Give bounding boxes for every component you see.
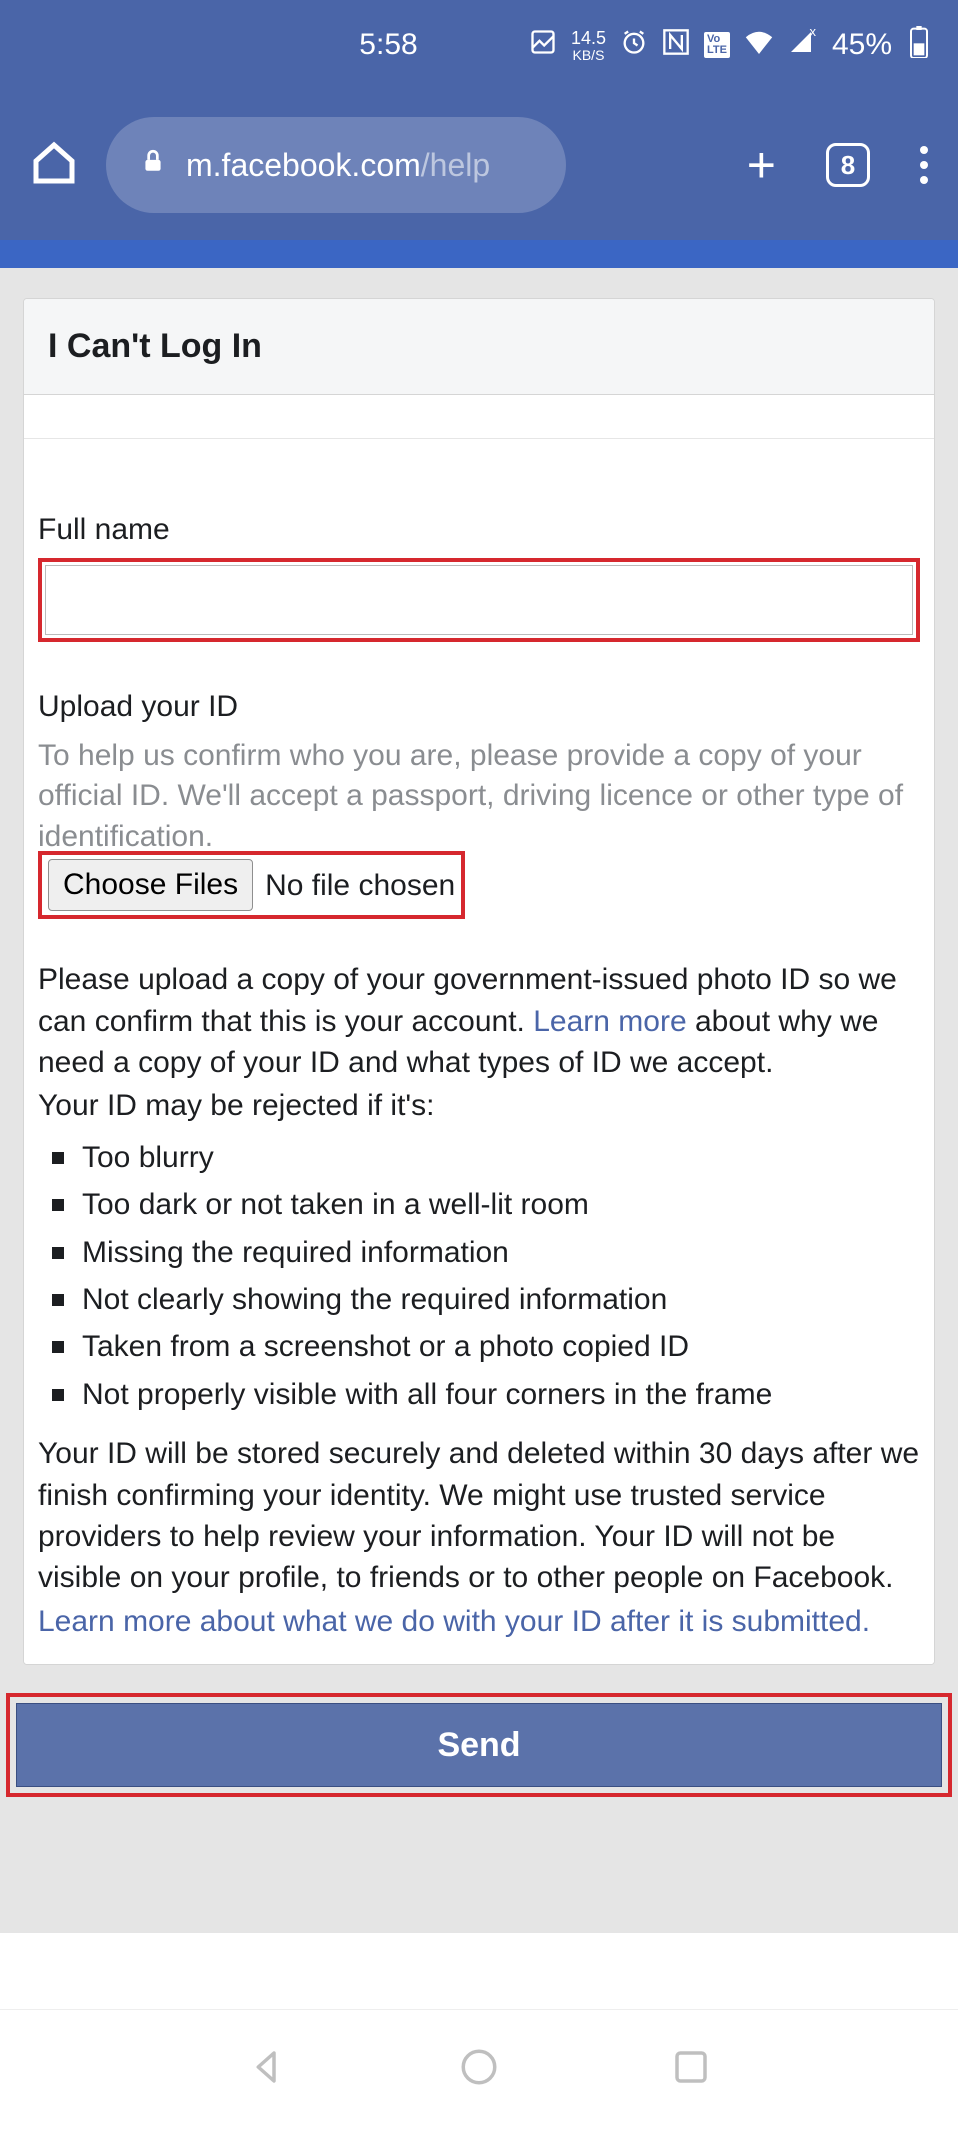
highlight-file-chooser: Choose Files No file chosen xyxy=(38,851,465,919)
volte-icon: VoLTE xyxy=(704,32,730,58)
nav-home-icon[interactable] xyxy=(458,2046,500,2093)
choose-files-button[interactable]: Choose Files xyxy=(48,859,253,911)
status-icons: 14.5 KB/S VoLTE x 45% xyxy=(529,26,928,65)
lock-icon xyxy=(140,146,166,184)
reject-intro: Your ID may be rejected if it's: xyxy=(38,1085,920,1126)
list-item: Not clearly showing the required informa… xyxy=(52,1279,920,1320)
nav-recent-icon[interactable] xyxy=(670,2046,712,2093)
home-icon[interactable] xyxy=(30,139,78,192)
url-bar[interactable]: m.facebook.com/help xyxy=(106,117,566,213)
status-time: 5:58 xyxy=(359,28,417,62)
file-status-text: No file chosen xyxy=(265,865,455,906)
storage-info: Your ID will be stored securely and dele… xyxy=(38,1433,920,1599)
page-title: I Can't Log In xyxy=(48,327,910,366)
full-name-input[interactable] xyxy=(45,565,913,635)
page-content: I Can't Log In Full name Upload your ID … xyxy=(0,268,958,1665)
upload-label: Upload your ID xyxy=(38,686,920,727)
upload-description: To help us confirm who you are, please p… xyxy=(38,736,920,858)
new-tab-icon[interactable]: + xyxy=(747,136,776,194)
browser-bar: m.facebook.com/help + 8 xyxy=(0,90,958,240)
list-item: Missing the required information xyxy=(52,1232,920,1273)
send-section: Send xyxy=(0,1665,958,1837)
full-name-label: Full name xyxy=(38,509,920,550)
extra-space xyxy=(0,1837,958,1933)
wifi-icon xyxy=(744,30,774,61)
list-item: Not properly visible with all four corne… xyxy=(52,1374,920,1415)
tabs-button[interactable]: 8 xyxy=(826,143,870,187)
list-item: Too dark or not taken in a well-lit room xyxy=(52,1184,920,1225)
reject-reasons-list: Too blurry Too dark or not taken in a we… xyxy=(38,1137,920,1415)
nav-back-icon[interactable] xyxy=(246,2046,288,2093)
status-bar: 5:58 14.5 KB/S VoLTE x 45% xyxy=(0,0,958,90)
form-body: Full name Upload your ID To help us conf… xyxy=(24,439,934,1664)
signal-icon: x xyxy=(788,30,814,61)
list-item: Taken from a screenshot or a photo copie… xyxy=(52,1326,920,1367)
battery-icon xyxy=(910,26,928,65)
highlight-full-name xyxy=(38,558,920,642)
list-item: Too blurry xyxy=(52,1137,920,1178)
learn-more-link-1[interactable]: Learn more xyxy=(533,1005,686,1038)
card-header: I Can't Log In xyxy=(24,299,934,395)
menu-icon[interactable] xyxy=(920,146,928,184)
system-nav-bar xyxy=(0,2009,958,2129)
info-paragraph: Please upload a copy of your government-… xyxy=(38,959,920,1083)
battery-percent: 45% xyxy=(832,28,892,62)
alarm-icon xyxy=(620,28,648,63)
separator xyxy=(0,240,958,268)
nfc-icon xyxy=(662,28,690,63)
network-speed: 14.5 KB/S xyxy=(571,29,606,62)
send-button[interactable]: Send xyxy=(16,1703,942,1787)
url-text: m.facebook.com/help xyxy=(186,147,490,184)
screenshot-icon xyxy=(529,28,557,63)
form-card: I Can't Log In Full name Upload your ID … xyxy=(23,298,935,1665)
gap xyxy=(24,395,934,439)
highlight-send: Send xyxy=(6,1693,952,1797)
learn-more-link-2[interactable]: Learn more about what we do with your ID… xyxy=(38,1601,920,1642)
